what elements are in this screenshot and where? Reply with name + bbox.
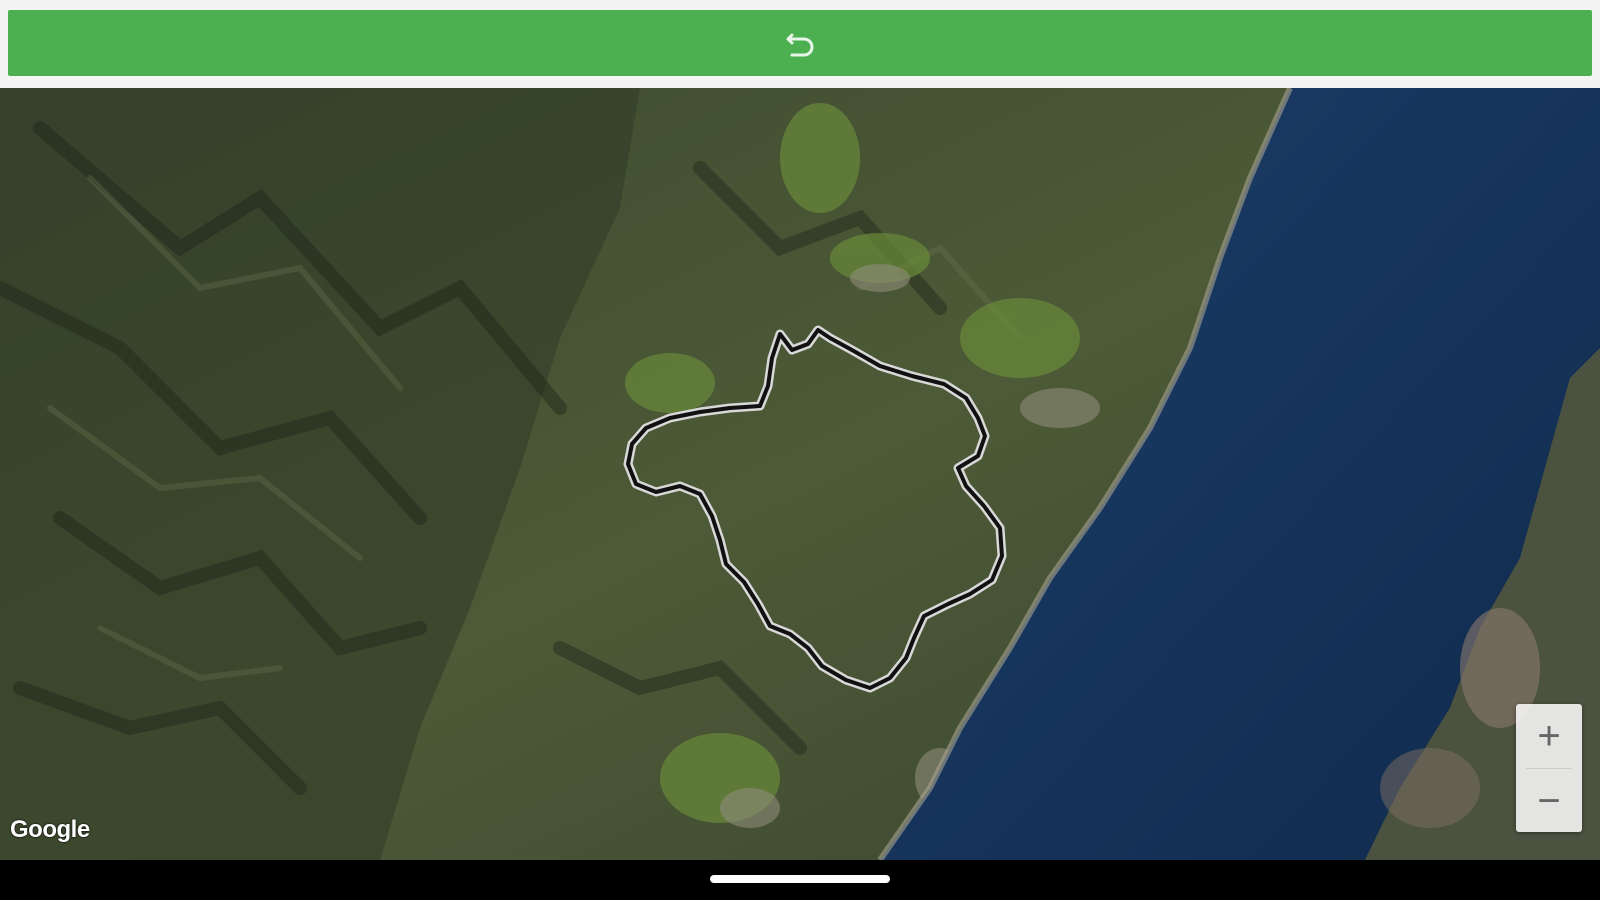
home-indicator[interactable] [710, 875, 890, 883]
app-header [0, 0, 1600, 88]
satellite-map[interactable]: Google + − [0, 88, 1600, 860]
zoom-out-button[interactable]: − [1516, 769, 1582, 832]
undo-arrow-icon [786, 33, 814, 57]
map-imagery [0, 88, 1600, 860]
zoom-controls: + − [1516, 704, 1582, 832]
google-attribution: Google [10, 816, 90, 843]
system-nav-bar [0, 860, 1600, 900]
zoom-in-button[interactable]: + [1516, 704, 1582, 768]
back-button[interactable] [8, 10, 1592, 76]
